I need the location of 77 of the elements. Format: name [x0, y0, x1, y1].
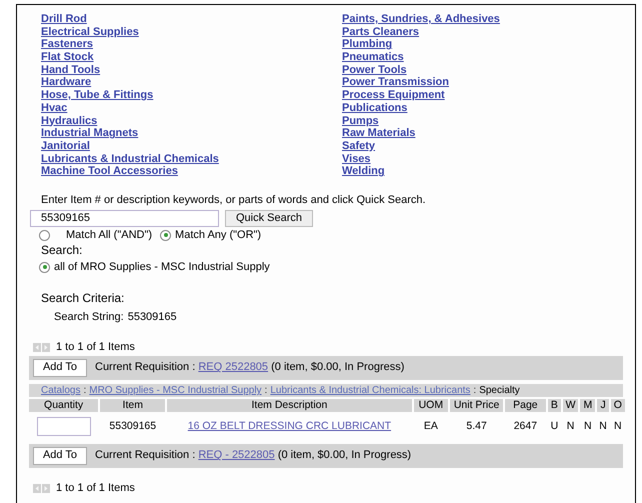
radio-label: Match Any ("OR") — [175, 228, 262, 242]
criteria-label: Search String: — [54, 310, 124, 324]
category-link[interactable]: Safety — [342, 140, 376, 152]
item-description-link[interactable]: 16 OZ BELT DRESSING CRC LUBRICANT — [188, 420, 392, 432]
category-link[interactable]: Hvac — [41, 102, 68, 114]
quantity-field[interactable] — [36, 417, 91, 436]
breadcrumb-text: Specialty — [479, 384, 520, 397]
requisition-link[interactable]: REQ - 2522805 — [198, 449, 275, 462]
category-link[interactable]: Raw Materials — [342, 127, 416, 140]
table-cell-text: N — [566, 419, 576, 434]
next-page-icon[interactable] — [42, 484, 50, 493]
category-link[interactable]: Power Transmission — [342, 76, 449, 88]
column-header: W — [562, 398, 578, 412]
category-link[interactable]: Lubricants & Industrial Chemicals — [41, 152, 219, 165]
category-link[interactable]: Drill Rod — [41, 13, 87, 25]
search-field[interactable]: 55309165 — [30, 210, 219, 227]
table-cell-text: N — [598, 419, 608, 434]
column-header: Item Description — [167, 398, 412, 412]
category-link[interactable]: Pumps — [342, 114, 379, 126]
radio-label: Match All ("AND") — [66, 228, 152, 242]
previous-page-icon[interactable] — [33, 342, 41, 352]
criteria-value: 55309165 — [128, 310, 177, 324]
table-cell-text: EA — [422, 419, 439, 434]
table-cell-text: U — [550, 419, 560, 434]
requisition-text: Current Requisition : REQ 2522805 (0 item, $0.00, In Progress) — [95, 361, 404, 374]
column-header: Item — [100, 398, 166, 412]
criteria-title: Search Criteria: — [41, 290, 124, 305]
requisition-link[interactable]: REQ 2522805 — [198, 361, 268, 374]
category-link[interactable]: Hand Tools — [41, 64, 100, 76]
column-header: Page — [505, 398, 546, 412]
pager-text: 1 to 1 of 1 Items — [56, 340, 135, 354]
category-link[interactable]: Hose, Tube & Fittings — [41, 89, 154, 102]
previous-page-icon[interactable] — [33, 484, 41, 493]
radio-button[interactable] — [39, 262, 50, 273]
category-link[interactable]: Parts Cleaners — [342, 26, 420, 38]
radio-button[interactable] — [160, 230, 172, 241]
table-cell-text: 5.47 — [465, 419, 488, 434]
table-cell-text: 2647 — [512, 419, 538, 434]
category-link[interactable]: Hydraulics — [41, 114, 98, 126]
table-cell-text: N — [583, 419, 593, 434]
category-link[interactable]: Plumbing — [342, 38, 392, 50]
radio-label: all of MRO Supplies - MSC Industrial Supply — [54, 260, 270, 274]
breadcrumb-separator: : — [82, 384, 88, 397]
radio-button[interactable] — [39, 230, 50, 241]
category-link[interactable]: Vises — [342, 152, 371, 165]
column-header: M — [580, 398, 596, 412]
category-link[interactable]: Process Equipment — [342, 89, 445, 102]
column-header: UOM — [414, 398, 448, 412]
add-to-button[interactable]: Add To — [33, 358, 87, 377]
column-header: Quantity — [29, 398, 98, 412]
category-link[interactable]: Hardware — [41, 76, 92, 88]
requisition-text: Current Requisition : REQ - 2522805 (0 item, $0.00, In Progress) — [95, 449, 412, 462]
category-link[interactable]: Machine Tool Accessories — [41, 165, 178, 178]
instructions-text: Enter Item # or description keywords, or parts of words and click Quick Search. — [41, 194, 427, 207]
column-header: J — [597, 398, 609, 412]
category-link[interactable]: Flat Stock — [41, 51, 94, 64]
category-link[interactable]: Fasteners — [41, 38, 93, 50]
category-link[interactable]: Paints, Sundries, & Adhesives — [342, 13, 500, 25]
next-page-icon[interactable] — [42, 342, 50, 352]
category-link[interactable]: Power Tools — [342, 64, 407, 76]
table-cell-text: N — [613, 419, 623, 434]
scope-label: Search: — [41, 242, 82, 257]
category-link[interactable]: Publications — [342, 102, 408, 114]
category-link[interactable]: Pneumatics — [342, 51, 404, 64]
add-to-button[interactable]: Add To — [33, 446, 87, 465]
breadcrumb-separator: : — [472, 384, 478, 397]
column-header: B — [548, 398, 561, 412]
table-cell-text: 55309165 — [108, 419, 158, 434]
quick-search-button[interactable]: Quick Search — [225, 210, 313, 227]
category-link[interactable]: Industrial Magnets — [41, 127, 138, 140]
breadcrumb-separator: : — [264, 384, 268, 397]
category-link[interactable]: Janitorial — [41, 140, 90, 152]
category-link[interactable]: Electrical Supplies — [41, 26, 139, 38]
pager-text: 1 to 1 of 1 Items — [56, 482, 135, 495]
category-link[interactable]: Welding — [342, 165, 385, 178]
column-header: Unit Price — [450, 398, 504, 412]
column-header: O — [610, 398, 625, 412]
